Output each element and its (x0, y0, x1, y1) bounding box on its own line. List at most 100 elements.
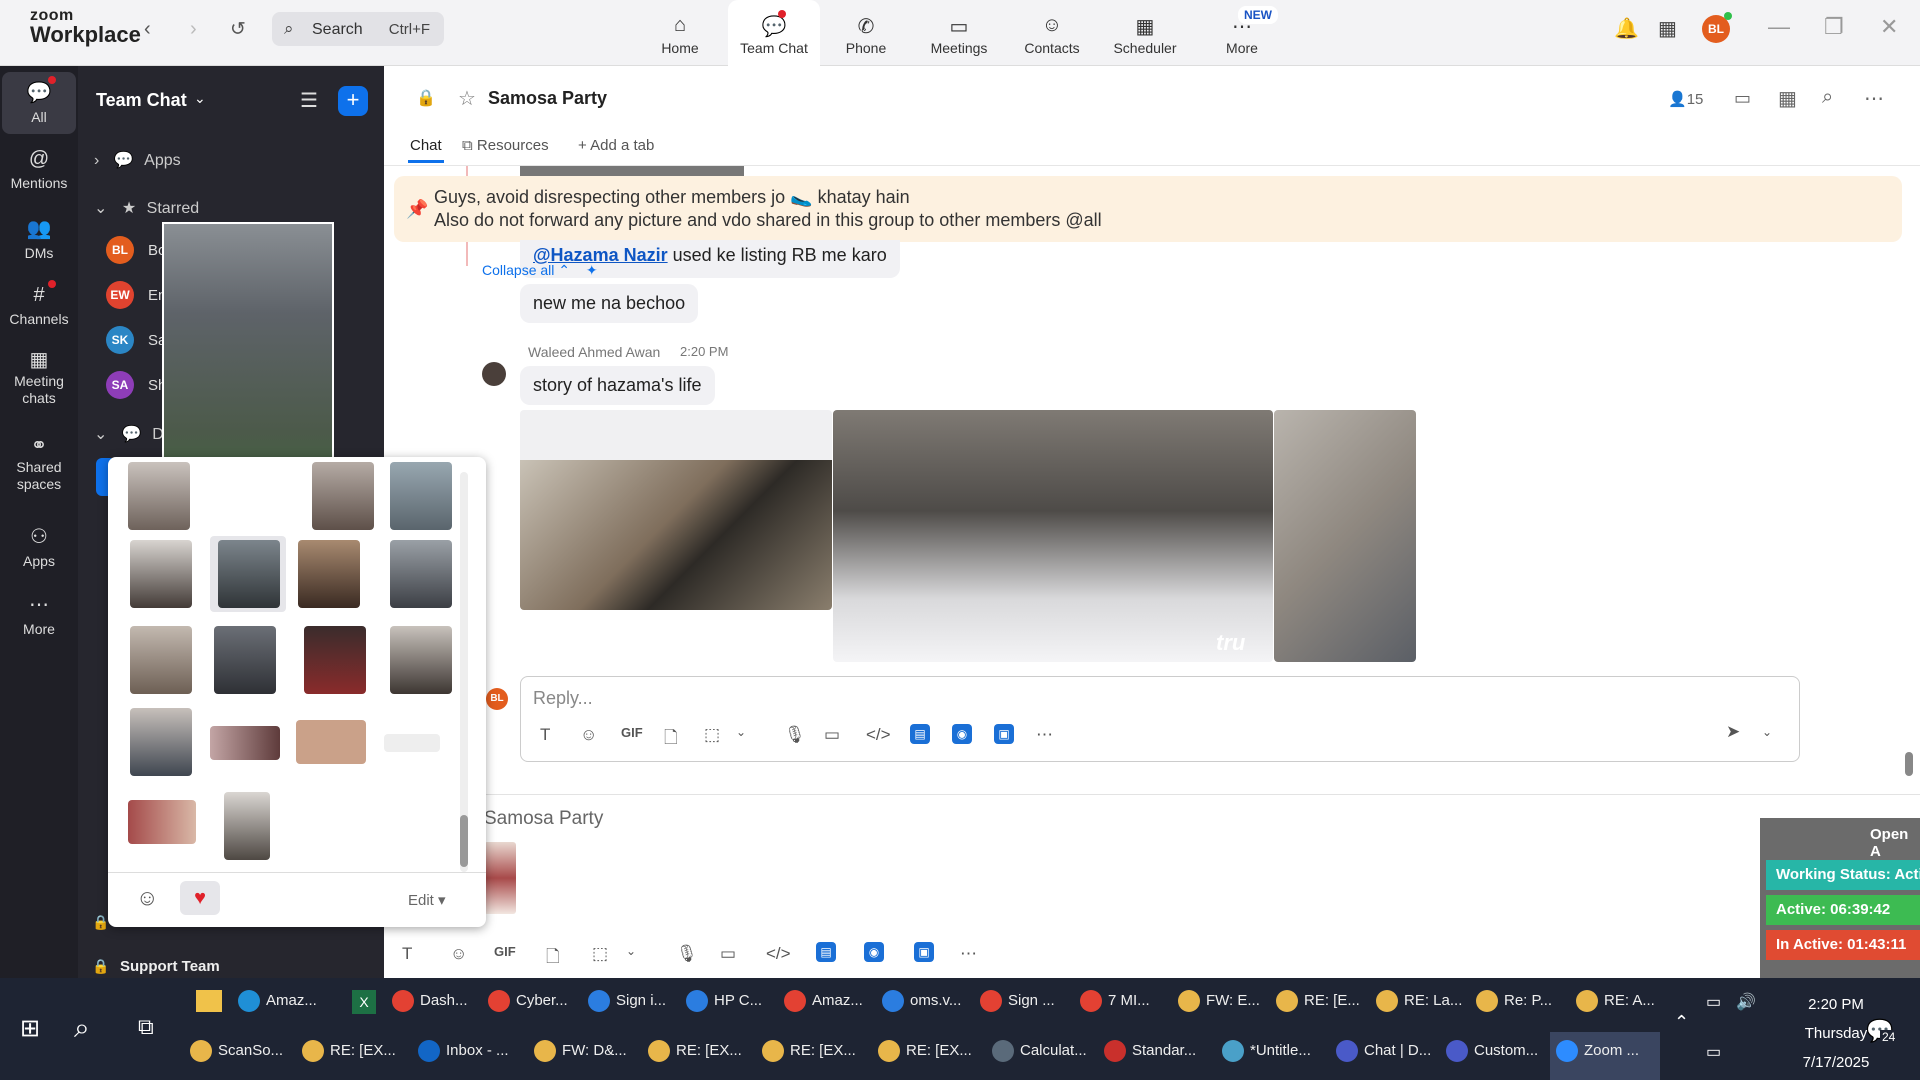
new-chat-button[interactable]: + (338, 86, 368, 116)
video-message-icon[interactable]: ▭ (824, 725, 840, 745)
app-whiteboard-icon[interactable]: ◉ (952, 724, 972, 744)
shared-image[interactable] (833, 410, 1273, 662)
sticker[interactable] (390, 540, 452, 608)
sticker[interactable] (298, 540, 360, 608)
avatar[interactable]: BL (106, 236, 134, 264)
microphone-icon[interactable]: 🎙 (784, 725, 806, 745)
emoji-icon[interactable]: ☺ (580, 725, 597, 745)
taskbar-app-button[interactable]: ScanSo... (190, 1040, 283, 1080)
taskbar-app-button[interactable]: Sign i... (588, 990, 666, 1034)
sticker[interactable] (296, 720, 366, 764)
task-view-icon[interactable]: ⧉ (138, 1014, 154, 1040)
edit-button[interactable]: Edit ▾ (408, 891, 446, 909)
history-icon[interactable]: ↺ (230, 18, 246, 41)
taskbar-app-button[interactable]: Cyber... (488, 990, 568, 1034)
nav-phone[interactable]: ✆ Phone (820, 0, 912, 66)
members-count[interactable]: 👤15 (1668, 90, 1703, 108)
sender-name[interactable]: Waleed Ahmed Awan (528, 344, 660, 360)
rail-all[interactable]: 💬 All (2, 72, 76, 134)
maximize-icon[interactable]: ❐ (1824, 14, 1844, 40)
file-explorer-icon[interactable] (196, 990, 222, 1012)
taskbar-app-button[interactable]: Inbox - ... (418, 1040, 509, 1080)
more-tools-icon[interactable]: ⋯ (1036, 725, 1053, 745)
taskbar-app-button[interactable]: RE: La... (1376, 990, 1462, 1034)
collapse-all-button[interactable]: Collapse all ⌃ ✦ (482, 262, 598, 279)
more-options-icon[interactable]: ⋯ (1864, 86, 1884, 111)
text-format-icon[interactable]: T (540, 725, 550, 745)
nav-meetings[interactable]: ▭ Meetings (913, 0, 1005, 66)
rail-channels[interactable]: # Channels (2, 284, 76, 327)
taskbar-app-button[interactable]: Custom... (1446, 1040, 1538, 1080)
video-message-icon[interactable]: ▭ (720, 944, 736, 964)
reply-box[interactable] (520, 676, 1800, 762)
taskbar-app-button[interactable]: *Untitle... (1222, 1040, 1311, 1080)
app-docs-icon[interactable]: ▤ (816, 942, 836, 962)
image-thumbnail[interactable] (484, 842, 516, 914)
emoji-tab-icon[interactable]: ☺ (136, 885, 158, 911)
windows-start-icon[interactable]: ⊞ (20, 1014, 40, 1043)
filter-icon[interactable]: ☰ (300, 88, 318, 113)
code-icon[interactable]: </> (766, 944, 791, 964)
excel-icon[interactable]: X (352, 990, 376, 1014)
channel-item[interactable]: Support Team (120, 958, 220, 975)
screenshot-icon[interactable]: ⬚ (704, 725, 720, 745)
taskbar-app-button[interactable]: Zoom ... (1556, 1040, 1639, 1080)
taskbar-app-button[interactable]: RE: [EX... (302, 1040, 396, 1080)
sticker[interactable] (304, 626, 366, 694)
nav-scheduler[interactable]: ▦ Scheduler (1099, 0, 1191, 66)
search-input[interactable]: ⌕ Search Ctrl+F (272, 12, 444, 46)
taskbar-app-button[interactable]: RE: [EX... (762, 1040, 856, 1080)
chevron-down-icon[interactable]: ⌄ (736, 725, 746, 739)
tab-resources[interactable]: ⧉ Resources (462, 137, 549, 154)
text-format-icon[interactable]: T (402, 944, 412, 964)
taskbar-app-button[interactable]: Re: P... (1476, 990, 1552, 1034)
chevron-down-icon[interactable]: ⌄ (1762, 725, 1772, 739)
heart-tab-icon[interactable]: ♥ (180, 881, 220, 915)
rail-meeting-chats[interactable]: ▦ Meeting chats (2, 350, 76, 407)
tab-chat[interactable]: Chat (410, 137, 442, 154)
nav-contacts[interactable]: ☺ Contacts (1006, 0, 1098, 66)
search-icon[interactable]: ⌕ (74, 1012, 90, 1045)
taskbar-app-button[interactable]: RE: [EX... (648, 1040, 742, 1080)
app-whiteboard-icon[interactable]: ◉ (864, 942, 884, 962)
star-outline-icon[interactable]: ☆ (458, 86, 476, 111)
sticker[interactable] (130, 708, 192, 776)
sticker[interactable] (130, 540, 192, 608)
rail-more[interactable]: ⋯ More (2, 592, 76, 637)
sticker[interactable] (390, 462, 452, 530)
sticker-scrollbar[interactable] (460, 472, 468, 872)
taskbar-app-button[interactable]: oms.v... (882, 990, 961, 1034)
open-app-button[interactable]: Open A (1870, 826, 1920, 860)
back-arrow-icon[interactable]: ‹ (144, 18, 151, 41)
screenshot-icon[interactable]: ⬚ (592, 944, 608, 964)
more-tools-icon[interactable]: ⋯ (960, 944, 977, 964)
gif-button[interactable]: GIF (494, 944, 516, 959)
sticker[interactable] (390, 626, 452, 694)
send-icon[interactable]: ➤ (1726, 722, 1740, 742)
microphone-icon[interactable]: 🎙 (676, 944, 698, 964)
search-icon[interactable]: ⌕ (1822, 86, 1833, 109)
sticker[interactable] (128, 800, 196, 844)
shared-image[interactable] (1274, 410, 1416, 662)
sticker[interactable] (214, 626, 276, 694)
starred-section[interactable]: ⌄ ★ Starred (94, 198, 199, 218)
taskbar-app-button[interactable]: Calculat... (992, 1040, 1087, 1080)
taskbar-app-button[interactable]: 7 MI... (1080, 990, 1150, 1034)
chat-title[interactable]: Samosa Party (488, 88, 607, 109)
app-clips-icon[interactable]: ▣ (914, 942, 934, 962)
avatar[interactable]: SA (106, 371, 134, 399)
calendar-icon[interactable]: ▦ (1778, 86, 1797, 111)
taskbar-app-button[interactable]: Amaz... (784, 990, 863, 1034)
sticker[interactable] (210, 726, 280, 760)
minimize-icon[interactable]: — (1768, 14, 1790, 40)
nav-home[interactable]: ⌂ Home (634, 0, 726, 66)
close-icon[interactable]: ✕ (1880, 14, 1898, 40)
network-icon[interactable]: ▭ (1706, 1042, 1721, 1062)
sticker-scroll-thumb[interactable] (460, 815, 468, 867)
volume-icon[interactable]: 🔊 (1736, 992, 1756, 1012)
taskbar-app-button[interactable]: Sign ... (980, 990, 1055, 1034)
taskbar-app-button[interactable]: HP C... (686, 990, 762, 1034)
video-icon[interactable]: ▭ (1734, 88, 1751, 109)
emoji-icon[interactable]: ☺ (450, 944, 467, 964)
taskbar-app-button[interactable]: RE: A... (1576, 990, 1655, 1034)
